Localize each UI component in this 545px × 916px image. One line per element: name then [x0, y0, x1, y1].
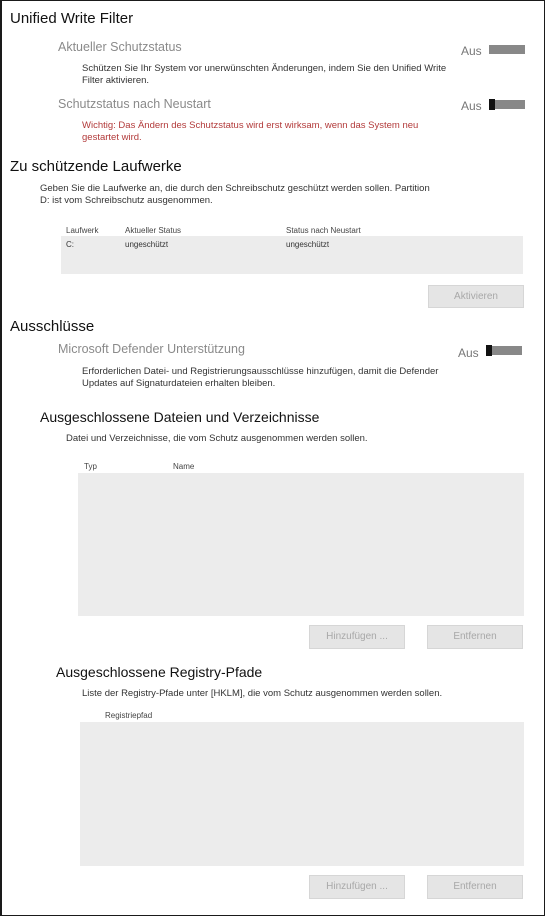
- registry-description: Liste der Registry-Pfade unter [HKLM], d…: [82, 688, 443, 699]
- after-restart-label: Schutzstatus nach Neustart: [58, 97, 211, 111]
- after-restart-warning: Wichtig: Das Ändern des Schutzstatus wir…: [82, 120, 419, 143]
- files-title: Ausgeschlossene Dateien und Verzeichniss…: [40, 409, 320, 425]
- defender-label: Microsoft Defender Unterstützung: [58, 342, 245, 356]
- defender-state: Aus: [458, 346, 479, 360]
- activate-button[interactable]: Aktivieren: [428, 285, 524, 308]
- files-col-type: Typ: [84, 462, 97, 471]
- registry-add-button[interactable]: Hinzufügen ...: [309, 875, 405, 899]
- toggle-knob: [486, 345, 492, 356]
- files-description: Datei und Verzeichnisse, die vom Schutz …: [66, 433, 368, 444]
- registry-title: Ausgeschlossene Registry-Pfade: [56, 664, 263, 680]
- after-restart-state: Aus: [461, 99, 482, 113]
- drives-col-drive: Laufwerk: [66, 226, 99, 235]
- registry-col-path: Registriepfad: [105, 711, 153, 720]
- current-status-label: Aktueller Schutzstatus: [58, 40, 182, 54]
- current-status-description: Schützen Sie Ihr System vor unerwünschte…: [82, 63, 447, 86]
- toggle-knob: [489, 99, 495, 110]
- current-status-state: Aus: [461, 44, 482, 58]
- drive-c-current-status: ungeschützt: [125, 240, 169, 249]
- current-status-toggle[interactable]: [489, 45, 525, 54]
- files-col-name: Name: [173, 462, 195, 471]
- after-restart-toggle[interactable]: [489, 99, 525, 110]
- defender-toggle[interactable]: [486, 345, 522, 356]
- section-title-uwf: Unified Write Filter: [10, 10, 134, 27]
- section-title-exclusions: Ausschlüsse: [10, 318, 95, 335]
- registry-remove-button[interactable]: Entfernen: [427, 875, 523, 899]
- defender-description: Erforderlichen Datei- und Registrierungs…: [82, 366, 439, 389]
- section-title-drives: Zu schützende Laufwerke: [10, 158, 182, 175]
- files-remove-button[interactable]: Entfernen: [427, 625, 523, 649]
- files-list[interactable]: [78, 473, 524, 616]
- drives-description: Geben Sie die Laufwerke an, die durch de…: [40, 183, 430, 206]
- drive-c-name[interactable]: C:: [66, 240, 74, 249]
- drives-col-after: Status nach Neustart: [286, 226, 361, 235]
- files-add-button[interactable]: Hinzufügen ...: [309, 625, 405, 649]
- drives-col-current: Aktueller Status: [125, 226, 182, 235]
- drive-c-after-status: ungeschützt: [286, 240, 330, 249]
- registry-list[interactable]: [80, 722, 524, 866]
